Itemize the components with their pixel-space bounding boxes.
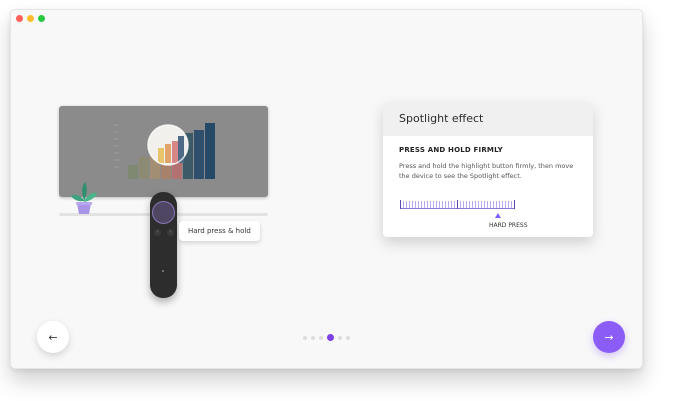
close-window-button[interactable]: [16, 15, 23, 22]
presenter-remote: ‹ ›: [150, 192, 177, 298]
card-description: Press and hold the highlight button firm…: [399, 162, 574, 180]
remote-indicator-dot: [162, 270, 164, 272]
remote-left-icon: ‹: [154, 229, 161, 236]
hard-press-label: HARD PRESS: [489, 222, 528, 229]
app-window: ‹ › Hard press & hold Spotlight effect P…: [10, 9, 643, 369]
plant-icon: [69, 180, 99, 220]
arrow-left-icon: ←: [48, 330, 58, 344]
remote-arrow-buttons: ‹ ›: [154, 229, 174, 236]
arrow-right-icon: →: [604, 330, 614, 344]
minimize-window-button[interactable]: [27, 15, 34, 22]
pressure-meter-end-mark: [514, 200, 515, 209]
page-dot[interactable]: [346, 335, 350, 340]
card-title: Spotlight effect: [383, 102, 593, 136]
highlight-button-illustration: [152, 201, 175, 224]
window-controls: [16, 15, 45, 22]
pressure-meter-start-mark: [400, 200, 401, 209]
pressure-meter-mid-mark: [457, 200, 458, 209]
pressure-pointer-icon: [495, 213, 501, 218]
next-button[interactable]: →: [593, 321, 625, 353]
page-dot[interactable]: [338, 335, 342, 340]
pressure-meter: [400, 200, 516, 210]
hard-press-tooltip: Hard press & hold: [179, 221, 260, 241]
page-indicator: [303, 334, 350, 341]
page-dot[interactable]: [303, 335, 307, 340]
card-subtitle: PRESS AND HOLD FIRMLY: [399, 146, 503, 154]
page-dot[interactable]: [319, 335, 323, 340]
page-dot-active[interactable]: [327, 334, 334, 341]
back-button[interactable]: ←: [37, 321, 69, 353]
maximize-window-button[interactable]: [38, 15, 45, 22]
spotlight-info-card: Spotlight effect PRESS AND HOLD FIRMLY P…: [383, 102, 593, 237]
page-dot[interactable]: [311, 335, 315, 340]
remote-right-icon: ›: [167, 229, 174, 236]
